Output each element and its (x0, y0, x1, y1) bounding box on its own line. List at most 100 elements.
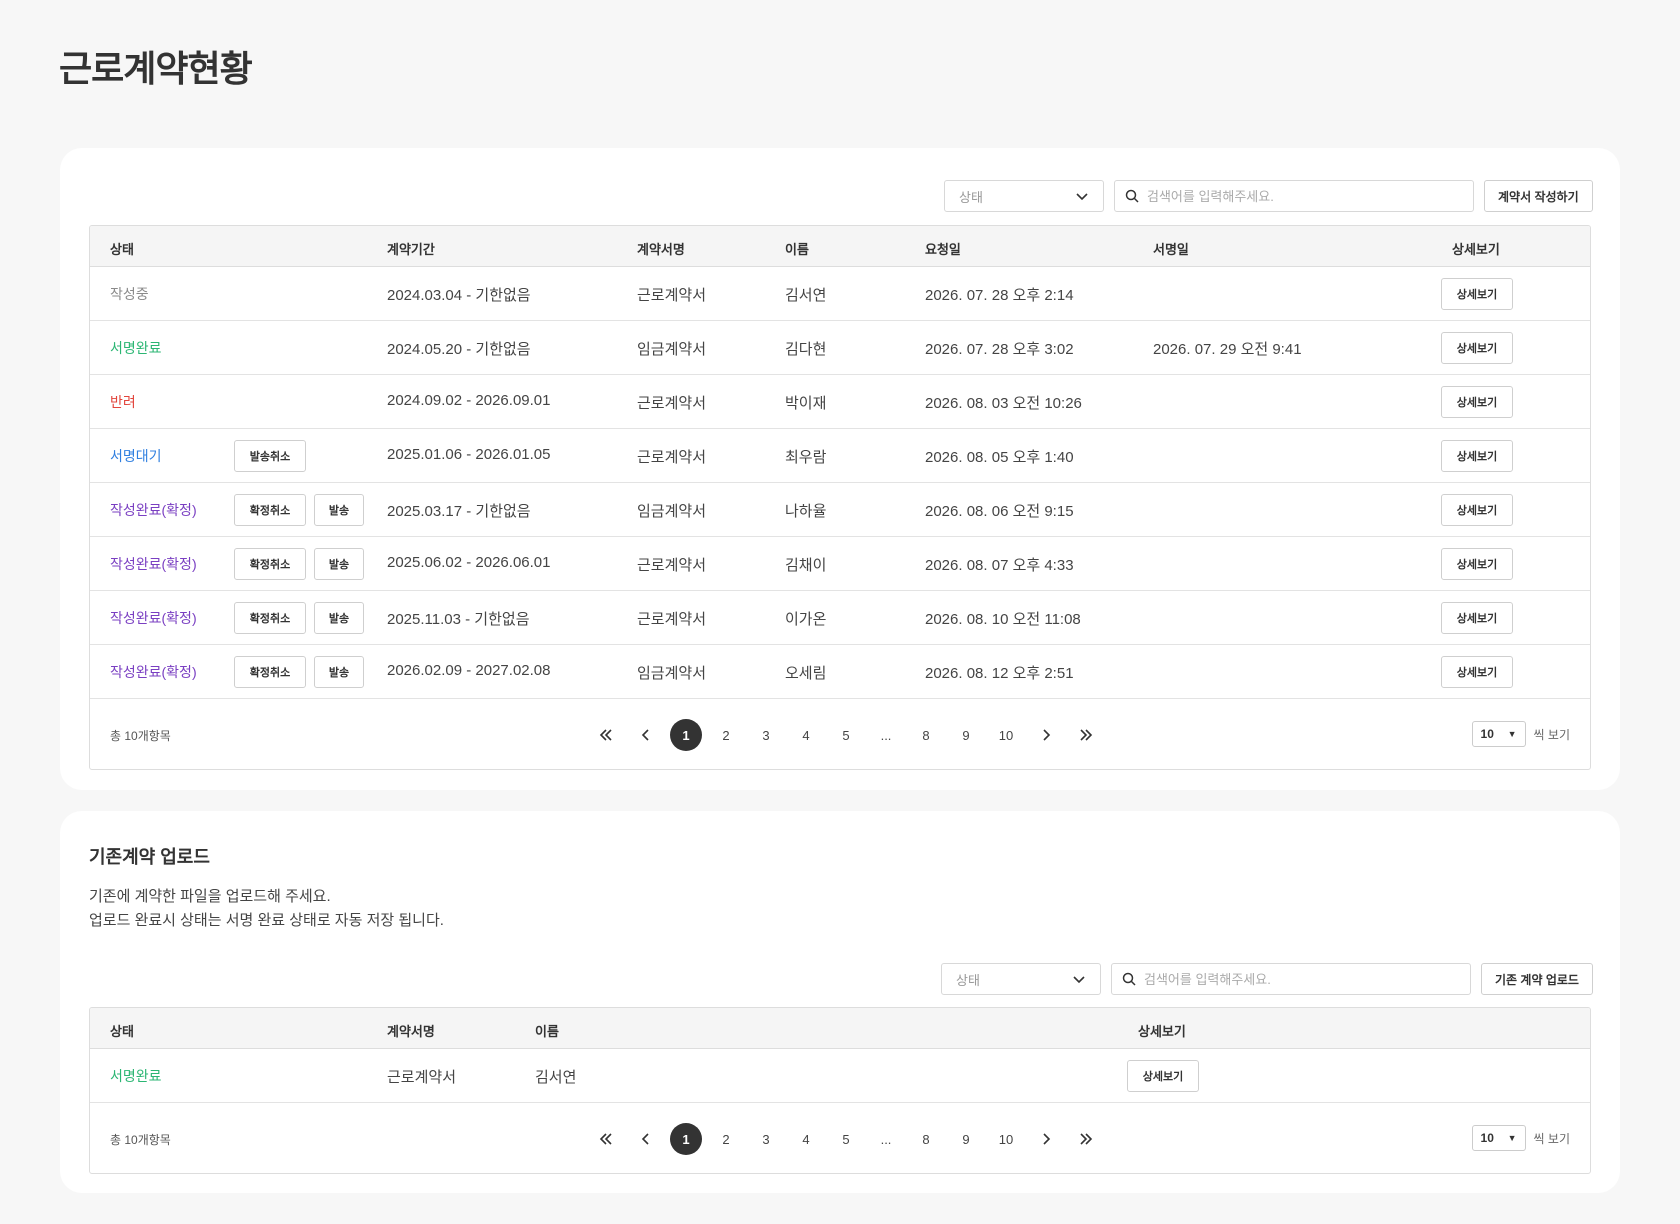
create-contract-button[interactable]: 계약서 작성하기 (1484, 180, 1593, 212)
requested-date: 2026. 07. 28 오후 3:02 (925, 341, 1074, 358)
double-chevron-right-button[interactable] (1070, 1123, 1102, 1155)
status-text: 서명완료 (110, 1068, 162, 1084)
page-number[interactable]: 9 (950, 1123, 982, 1155)
page-number[interactable]: 8 (910, 719, 942, 751)
page-number[interactable]: 3 (750, 719, 782, 751)
contracts-table: 상태 계약기간 계약서명 이름 요청일 서명일 상세보기 작성중 2024.03.… (89, 225, 1591, 770)
chevron-left-button[interactable] (630, 1123, 662, 1155)
contract-period: 2026.02.09 - 2027.02.08 (387, 662, 551, 679)
detail-button[interactable]: 상세보기 (1441, 548, 1513, 580)
col-detail: 상세보기 (1452, 242, 1500, 257)
page-number[interactable]: 10 (990, 1123, 1022, 1155)
double-chevron-right-button[interactable] (1070, 719, 1102, 751)
total-count: 총 10개항목 (110, 1133, 171, 1147)
send-button[interactable]: 발송 (314, 656, 364, 688)
cancel-confirm-button[interactable]: 확정취소 (234, 656, 306, 688)
status-text: 작성중 (110, 286, 149, 302)
page-number[interactable]: 5 (830, 719, 862, 751)
chevron-right-button[interactable] (1030, 719, 1062, 751)
requested-date: 2026. 08. 10 오전 11:08 (925, 611, 1081, 628)
upload-status-filter-select[interactable]: 상태 (941, 963, 1101, 995)
double-chevron-left-button[interactable] (590, 1123, 622, 1155)
per-page-value: 10 (1480, 727, 1494, 741)
double-chevron-left-button[interactable] (590, 719, 622, 751)
col-doc-name: 계약서명 (387, 1024, 435, 1039)
page-number[interactable]: 2 (710, 719, 742, 751)
detail-button[interactable]: 상세보기 (1127, 1060, 1199, 1092)
page-number[interactable]: 1 (670, 719, 702, 751)
page-number[interactable]: 8 (910, 1123, 942, 1155)
page-number[interactable]: 5 (830, 1123, 862, 1155)
employee-name: 김다현 (785, 341, 827, 358)
page-number[interactable]: 1 (670, 1123, 702, 1155)
upload-search-box (1111, 963, 1471, 995)
contract-doc-name: 임금계약서 (637, 665, 707, 682)
page-number[interactable]: 9 (950, 719, 982, 751)
detail-button[interactable]: 상세보기 (1441, 656, 1513, 688)
contract-period: 2024.05.20 - 기한없음 (387, 341, 531, 358)
cancel-confirm-button[interactable]: 확정취소 (234, 548, 306, 580)
detail-button[interactable]: 상세보기 (1441, 332, 1513, 364)
status-text: 작성완료(확정) (110, 502, 197, 518)
table-row: 작성중 2024.03.04 - 기한없음 근로계약서 김서연 2026. 07. 28… (90, 267, 1590, 321)
contracts-toolbar: 상태 계약서 작성하기 (944, 180, 1593, 212)
per-page-label: 씩 보기 (1533, 727, 1570, 742)
per-page-select[interactable]: 10 ▼ (1471, 1125, 1526, 1151)
page-number[interactable]: 2 (710, 1123, 742, 1155)
table-row: 서명대기 발송취소 2025.01.06 - 2026.01.05 근로계약서 최우람 2… (90, 429, 1590, 483)
page-title: 근로계약현황 (59, 48, 253, 89)
employee-name: 김서연 (785, 287, 827, 304)
page-number[interactable]: 4 (790, 1123, 822, 1155)
col-period: 계약기간 (387, 242, 435, 257)
contract-doc-name: 근로계약서 (637, 395, 707, 412)
total-count: 총 10개항목 (110, 729, 171, 743)
search-icon (1125, 189, 1139, 203)
page-number[interactable]: 4 (790, 719, 822, 751)
status-text: 서명완료 (110, 340, 162, 356)
contract-doc-name: 근로계약서 (637, 611, 707, 628)
pagination-ellipsis: ... (880, 727, 892, 743)
chevron-left-button[interactable] (630, 719, 662, 751)
chevron-left-icon (641, 1133, 649, 1145)
chevron-right-button[interactable] (1030, 1123, 1062, 1155)
page-number[interactable]: 3 (750, 1123, 782, 1155)
double-chevron-right-icon (1080, 1133, 1093, 1145)
pagination: 1 2 3 4 5... 8 9 10 (590, 1123, 1130, 1155)
table-body: 작성중 2024.03.04 - 기한없음 근로계약서 김서연 2026. 07. 28… (90, 267, 1590, 699)
detail-button[interactable]: 상세보기 (1441, 602, 1513, 634)
detail-button[interactable]: 상세보기 (1441, 440, 1513, 472)
upload-search-input[interactable] (1144, 971, 1444, 987)
detail-button[interactable]: 상세보기 (1441, 278, 1513, 310)
cancel-confirm-button[interactable]: 확정취소 (234, 494, 306, 526)
col-name: 이름 (785, 242, 809, 257)
send-button[interactable]: 발송 (314, 494, 364, 526)
table-header: 상태 계약기간 계약서명 이름 요청일 서명일 상세보기 (90, 226, 1590, 267)
caret-down-icon: ▼ (1507, 729, 1517, 739)
status-text: 작성완료(확정) (110, 664, 197, 680)
contracts-card: 상태 계약서 작성하기 상태 계약기간 계약서명 이름 요청일 서명일 상세보기… (60, 148, 1620, 790)
detail-button[interactable]: 상세보기 (1441, 386, 1513, 418)
col-name: 이름 (535, 1024, 559, 1039)
col-doc-name: 계약서명 (637, 242, 685, 257)
per-page-label: 씩 보기 (1533, 1131, 1570, 1146)
per-page-select[interactable]: 10 ▼ (1471, 721, 1526, 747)
page-number[interactable]: 10 (990, 719, 1022, 751)
status-text: 반려 (110, 394, 136, 410)
contract-doc-name: 근로계약서 (637, 287, 707, 304)
status-filter-select[interactable]: 상태 (944, 180, 1104, 212)
status-text: 작성완료(확정) (110, 610, 197, 626)
requested-date: 2026. 08. 12 오후 2:51 (925, 665, 1074, 682)
cancel-send-button[interactable]: 발송취소 (234, 440, 306, 472)
contract-period: 2025.11.03 - 기한없음 (387, 611, 530, 628)
upload-existing-contract-button[interactable]: 기존 계약 업로드 (1481, 963, 1593, 995)
employee-name: 나하율 (785, 503, 827, 520)
cancel-confirm-button[interactable]: 확정취소 (234, 602, 306, 634)
upload-section-title: 기존계약 업로드 (89, 847, 210, 867)
send-button[interactable]: 발송 (314, 548, 364, 580)
detail-button[interactable]: 상세보기 (1441, 494, 1513, 526)
upload-description-line: 업로드 완료시 상태는 서명 완료 상태로 자동 저장 됩니다. (89, 912, 444, 929)
chevron-right-icon (1043, 1133, 1051, 1145)
contract-doc-name: 근로계약서 (387, 1069, 457, 1086)
send-button[interactable]: 발송 (314, 602, 364, 634)
search-input[interactable] (1147, 188, 1447, 204)
